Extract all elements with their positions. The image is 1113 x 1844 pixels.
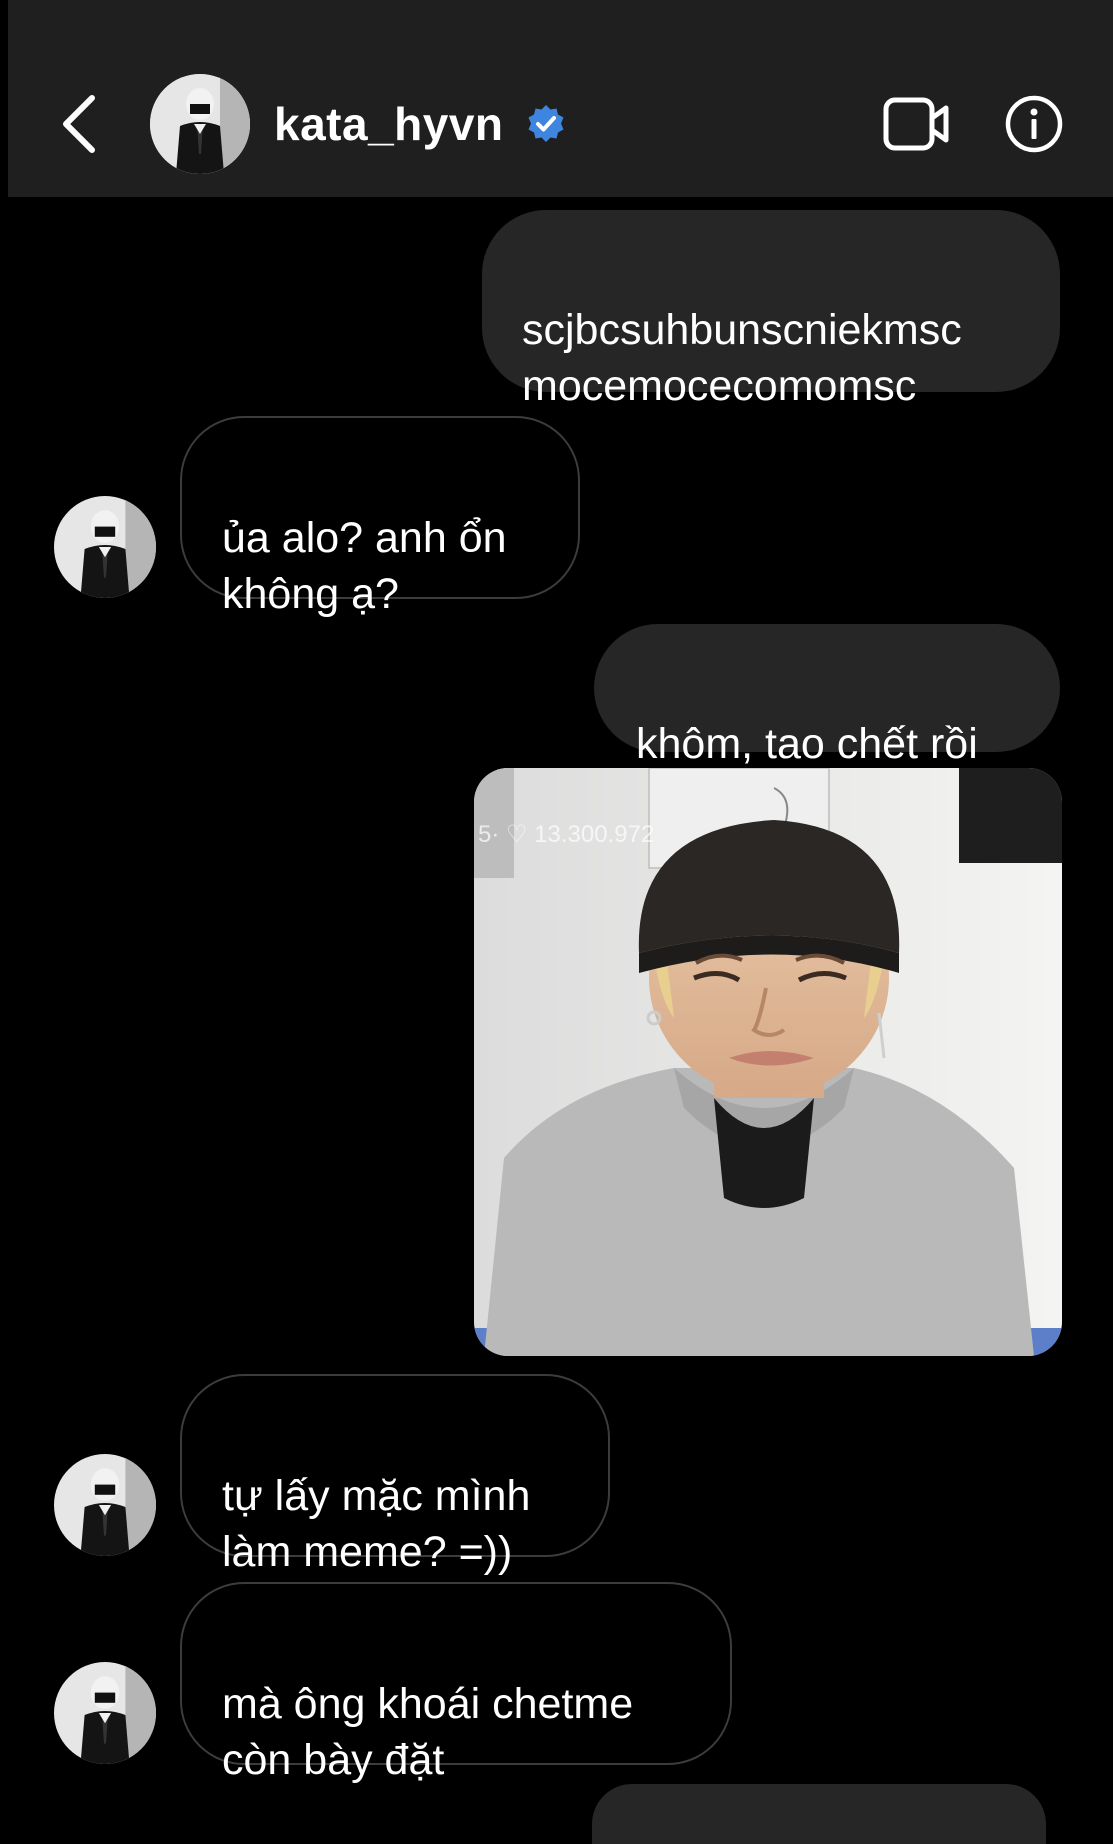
video-camera-icon (883, 97, 949, 151)
message-text: mà ông khoái chetme còn bày đặt (222, 1680, 634, 1784)
avatar-image (54, 1454, 156, 1556)
verified-badge-icon (525, 103, 567, 145)
chat-username[interactable]: kata_hyvn (274, 96, 504, 152)
avatar[interactable] (150, 74, 250, 174)
chat-header: kata_hyvn (8, 0, 1113, 197)
message-text: scjbcsuhbunscniekmsc mocemocecomomsc (522, 306, 962, 410)
back-button[interactable] (58, 92, 102, 156)
sender-avatar[interactable] (54, 1662, 156, 1764)
message-text: ủa alo? anh ổn không ạ? (222, 514, 507, 618)
sender-avatar[interactable] (54, 496, 156, 598)
info-button[interactable] (1004, 94, 1064, 154)
photo-overlay-text: 5· ♡ 13.300.972 (478, 821, 655, 848)
message-text: tự lấy mặc mình làm meme? =)) (222, 1472, 531, 1576)
meme-photo (474, 768, 1062, 1356)
outgoing-message-partial[interactable] (592, 1784, 1046, 1844)
incoming-message[interactable]: ủa alo? anh ổn không ạ? (180, 416, 580, 618)
chevron-left-icon (63, 95, 95, 153)
video-call-button[interactable] (882, 96, 950, 152)
photo-message[interactable]: 5· ♡ 13.300.972 (474, 768, 1062, 1356)
incoming-message[interactable]: mà ông khoái chetme còn bày đặt (180, 1582, 732, 1784)
outgoing-message[interactable]: khôm, tao chết rồi (594, 624, 1060, 768)
message-text: khôm, tao chết rồi (636, 720, 978, 768)
avatar-image (150, 74, 250, 174)
outgoing-message[interactable]: scjbcsuhbunscniekmsc mocemocecomomsc (482, 210, 1060, 410)
avatar-image (54, 1662, 156, 1764)
sender-avatar[interactable] (54, 1454, 156, 1556)
info-icon (1005, 95, 1063, 153)
incoming-message[interactable]: tự lấy mặc mình làm meme? =)) (180, 1374, 610, 1576)
avatar-image (54, 496, 156, 598)
